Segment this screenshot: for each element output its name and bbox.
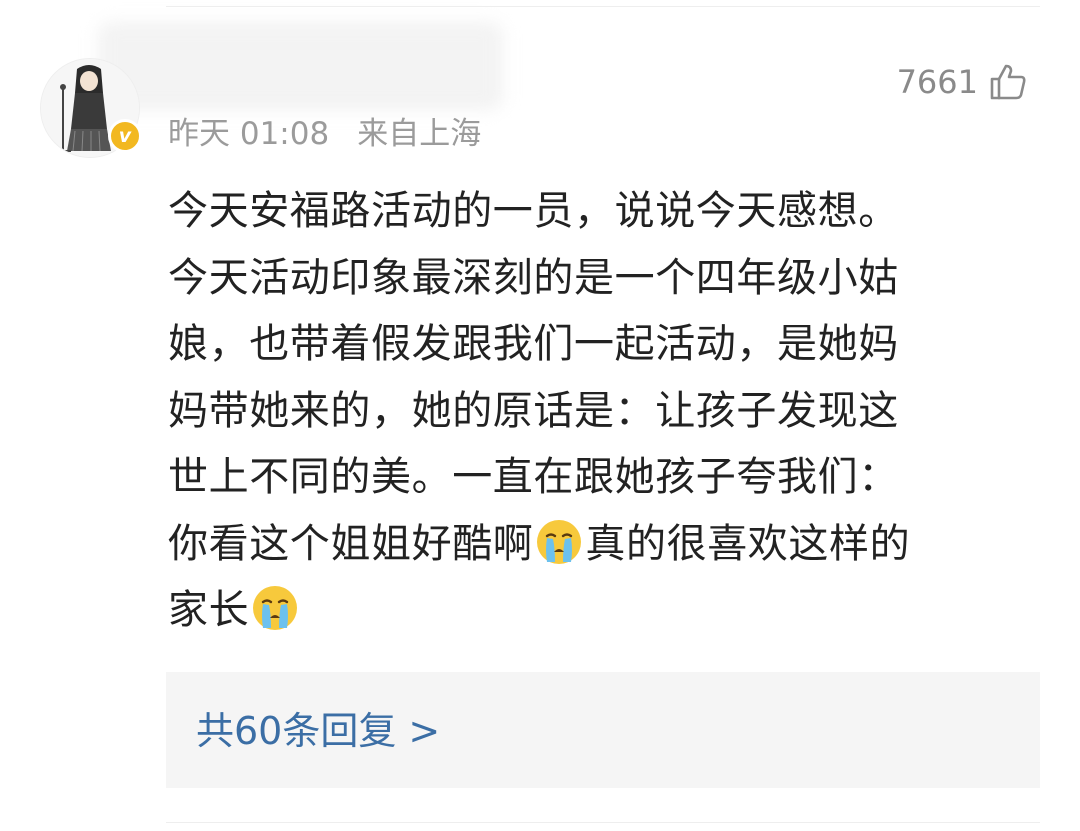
comment-line: 今天安福路活动的一员，说说今天感想。 [168, 188, 899, 234]
crying-face-emoji-icon [253, 586, 298, 630]
replies-panel: 共60条回复 > [166, 672, 1040, 788]
username-redacted [98, 22, 503, 110]
comment-line-part: 你看这个姐姐好酷啊 [168, 520, 534, 567]
comment-line-part: 家长 [168, 587, 250, 633]
comment-line: 娘，也带着假发跟我们一起活动，是她妈 [168, 321, 899, 367]
crying-face-emoji-icon [537, 519, 582, 564]
like-button[interactable]: 7661 [897, 58, 1028, 106]
comment-timestamp: 昨天 01:08 [168, 116, 330, 152]
comment-line: 妈带她来的，她的原话是：让孩子发现这 [168, 387, 899, 434]
comment-line-part: 真的很喜欢这样的 [585, 520, 911, 567]
verified-badge-icon: v [108, 119, 142, 153]
comment-line: 今天活动印象最深刻的是一个四年级小姑 [168, 254, 899, 301]
comment-body: 今天安福路活动的一员，说说今天感想。 今天活动印象最深刻的是一个四年级小姑 娘，… [168, 178, 1028, 644]
bottom-divider [166, 822, 1040, 823]
like-count: 7661 [896, 63, 978, 101]
comment-line: 世上不同的美。一直在跟她孩子夸我们： [168, 454, 899, 500]
view-replies-link[interactable]: 共60条回复 > [196, 706, 440, 756]
comment-line: 你看这个姐姐好酷啊 真的很喜欢这样的 [168, 511, 1028, 578]
comment-meta: 昨天 01:08 来自上海 [168, 112, 481, 156]
thumbs-up-icon [988, 62, 1028, 102]
comment-location: 来自上海 [357, 116, 482, 152]
comment-card: v 昨天 01:08 来自上海 7661 今天安福路活动的一员，说说今天感想。 今… [0, 0, 1080, 831]
comment-line: 家长 [168, 577, 1028, 644]
